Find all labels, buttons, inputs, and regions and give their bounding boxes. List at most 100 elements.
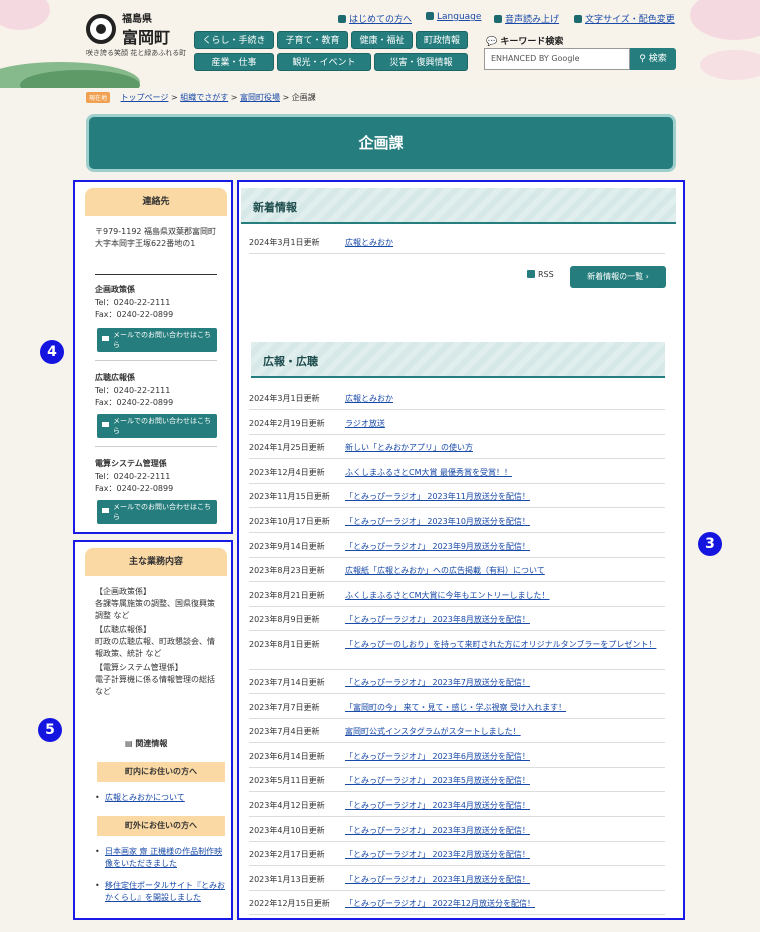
koho-heading: 広報・広聴 xyxy=(251,342,665,378)
news-list-button[interactable]: 新着情報の一覧 › xyxy=(570,266,666,288)
koho-item-link[interactable]: 「とみっぴーラジオ♪」 2023年7月放送分を配信！ xyxy=(345,677,530,688)
koho-item: 2023年10月17日更新 「とみっぴーラジオ」 2023年10月放送分を配信！ xyxy=(249,509,665,533)
koho-item-link[interactable]: ラジオ放送 xyxy=(345,418,385,429)
nav-tourism[interactable]: 観光・イベント xyxy=(277,53,371,71)
related-link[interactable]: 日本画家 齋 正機様の作品制作映像をいただきました xyxy=(105,846,227,870)
nav-town-info[interactable]: 町政情報 xyxy=(416,31,468,49)
breadcrumb-org[interactable]: 組織でさがす xyxy=(180,93,228,102)
koho-item-date: 2023年7月7日更新 xyxy=(249,702,320,712)
koho-item-date: 2024年1月25日更新 xyxy=(249,443,325,453)
koho-item-link[interactable]: 「富岡町の今」 来て・見て・感じ・学ぶ視察 受け入れます！ xyxy=(345,702,566,713)
blossom-decoration xyxy=(0,0,50,30)
koho-item: 2023年4月12日更新 「とみっぴーラジオ♪」 2023年4月放送分を配信！ xyxy=(249,793,665,817)
koho-item-date: 2023年8月1日更新 xyxy=(249,640,320,649)
mail-inquiry-button[interactable]: メールでのお問い合わせはこちら xyxy=(97,500,217,524)
nav-disaster[interactable]: 災害・復興情報 xyxy=(374,53,468,71)
duty-line: 各課等属施策の調整、国県復興策調整 など xyxy=(95,599,215,620)
koho-item: 2024年3月1日更新 広報とみおか xyxy=(249,386,665,410)
blossom-decoration xyxy=(700,50,760,80)
breadcrumb-current: 企画課 xyxy=(291,93,316,102)
koho-item-link[interactable]: 広報紙「広報とみおか」への広告掲載（有料）について xyxy=(345,565,545,576)
annotation-badge-5: 5 xyxy=(38,718,62,742)
main-content: 新着情報 2024年3月1日更新 広報とみおか RSS 新着情報の一覧 › 広報… xyxy=(237,180,685,920)
in-town-heading: 町内にお住いの方へ xyxy=(97,762,225,782)
koho-item-link[interactable]: 「とみっぴーラジオ♪」 2023年9月放送分を配信！ xyxy=(345,541,530,552)
rss-link[interactable]: RSS xyxy=(527,270,554,279)
mail-inquiry-button[interactable]: メールでのお問い合わせはこちら xyxy=(97,414,217,438)
breadcrumb-home[interactable]: トップページ xyxy=(121,93,169,102)
koho-item-link[interactable]: 「とみっぴーラジオ♪」 2023年8月放送分を配信！ xyxy=(345,614,530,625)
nav-childcare[interactable]: 子育て・教育 xyxy=(277,31,348,49)
current-location-tag: 現在地 xyxy=(86,92,111,103)
koho-item-link[interactable]: 「とみっぴーラジオ」 2023年11月放送分を配信！ xyxy=(345,491,530,502)
first-visit-link[interactable]: はじめての方へ xyxy=(338,12,412,25)
koho-item-link[interactable]: 「とみっぴーラジオ♪」 2023年3月放送分を配信！ xyxy=(345,825,530,836)
nav-living[interactable]: くらし・手続き xyxy=(194,31,274,49)
contact-panel: 連絡先 〒979-1192 福島県双葉郡富岡町大字本岡字王塚622番地の1 企画… xyxy=(73,180,233,534)
koho-item-link[interactable]: 「とみっぴーのしおり」を持って来町された方にオリジナルタンブラーをプレゼント！ xyxy=(345,639,665,651)
text-size-icon xyxy=(574,15,582,23)
contact-tel: Tel：0240-22-2111 xyxy=(95,472,171,481)
duties-panel: 主な業務内容 【企画政策係】 各課等属施策の調整、国県復興策調整 など 【広聴広… xyxy=(73,540,233,920)
font-size-color-link[interactable]: 文字サイズ・配色変更 xyxy=(574,12,675,25)
koho-item-date: 2023年10月17日更新 xyxy=(249,517,330,526)
koho-item: 2023年5月11日更新 「とみっぴーラジオ♪」 2023年5月放送分を配信！ xyxy=(249,768,665,793)
koho-item-link[interactable]: 「とみっぴーラジオ♪」 2022年12月放送分を配信！ xyxy=(345,898,535,909)
koho-item: 2023年2月17日更新 「とみっぴーラジオ♪」 2023年2月放送分を配信！ xyxy=(249,842,665,867)
town-name[interactable]: 富岡町 xyxy=(122,24,170,48)
divider xyxy=(95,446,217,447)
koho-item-date: 2024年3月1日更新 xyxy=(249,394,320,403)
nav-health[interactable]: 健康・福祉 xyxy=(351,31,413,49)
koho-item-date: 2023年5月11日更新 xyxy=(249,776,325,786)
koho-item: 2023年7月14日更新 「とみっぴーラジオ♪」 2023年7月放送分を配信！ xyxy=(249,670,665,694)
koho-item-link[interactable]: 広報とみおか xyxy=(345,393,393,404)
contact-tel: Tel：0240-22-2111 xyxy=(95,298,171,307)
breadcrumb-office[interactable]: 富岡町役場 xyxy=(240,93,280,102)
news-item: 2024年3月1日更新 広報とみおか xyxy=(249,230,665,254)
duties-heading: 主な業務内容 xyxy=(85,548,227,576)
koho-item-link[interactable]: 新しい「とみおかアプリ」の使い方 xyxy=(345,442,473,453)
koho-item-link[interactable]: ふくしまふるさとCM大賞 最優秀賞を受賞！！ xyxy=(345,467,512,478)
news-heading: 新着情報 xyxy=(241,188,676,224)
document-icon: ▤ xyxy=(125,739,136,748)
koho-item: 2023年1月13日更新 「とみっぴーラジオ♪」 2023年1月放送分を配信！ xyxy=(249,867,665,891)
chat-icon: 💬 xyxy=(486,37,501,47)
out-town-heading: 町外にお住いの方へ xyxy=(97,816,225,836)
koho-item: 2023年7月7日更新 「富岡町の今」 来て・見て・感じ・学ぶ視察 受け入れます！ xyxy=(249,695,665,719)
koho-item: 2023年8月1日更新 「とみっぴーのしおり」を持って来町された方にオリジナルタン… xyxy=(249,632,665,670)
koho-item: 2023年4月10日更新 「とみっぴーラジオ♪」 2023年3月放送分を配信！ xyxy=(249,818,665,842)
contact-address: 〒979-1192 福島県双葉郡富岡町大字本岡字王塚622番地の1 xyxy=(95,227,217,248)
search-button[interactable]: ⚲ 検索 xyxy=(630,48,676,70)
breadcrumb: 現在地 トップページ > 組織でさがす > 富岡町役場 > 企画課 xyxy=(86,92,316,103)
koho-item: 2023年11月15日更新 「とみっぴーラジオ」 2023年11月放送分を配信！ xyxy=(249,484,665,509)
koho-item-link[interactable]: 「とみっぴーラジオ♪」 2023年1月放送分を配信！ xyxy=(345,874,530,885)
related-link[interactable]: 広報とみおかについて xyxy=(105,792,227,804)
contact-fax: Fax：0240-22-0899 xyxy=(95,484,174,493)
search-input[interactable]: ENHANCED BY Google xyxy=(484,48,630,70)
mail-inquiry-button[interactable]: メールでのお問い合わせはこちら xyxy=(97,328,217,352)
koho-item-link[interactable]: 「とみっぴーラジオ♪」 2023年5月放送分を配信！ xyxy=(345,775,530,786)
prefecture-label: 福島県 xyxy=(122,14,152,25)
related-link[interactable]: 移住定住ポータルサイト『とみおかくらし』を開設しました xyxy=(105,880,227,904)
koho-item-date: 2023年2月17日更新 xyxy=(249,850,325,860)
town-logo[interactable] xyxy=(86,14,116,44)
koho-item-link[interactable]: 富岡町公式インスタグラムがスタートしました！ xyxy=(345,726,521,737)
koho-item-date: 2023年6月14日更新 xyxy=(249,751,325,761)
koho-item-date: 2023年8月23日更新 xyxy=(249,566,325,576)
koho-item: 2022年12月15日更新 「とみっぴーラジオ♪」 2022年12月放送分を配信！ xyxy=(249,891,665,916)
koho-item: 2023年8月21日更新 ふくしまふるさとCM大賞に今年もエントリーしました！ xyxy=(249,583,665,607)
search-icon: ⚲ xyxy=(639,54,649,64)
divider xyxy=(95,274,217,275)
language-link[interactable]: Language xyxy=(426,12,481,22)
koho-item-date: 2023年8月9日更新 xyxy=(249,615,320,625)
koho-item-link[interactable]: 「とみっぴーラジオ♪」 2023年4月放送分を配信！ xyxy=(345,800,530,811)
koho-item-link[interactable]: 「とみっぴーラジオ」 2023年10月放送分を配信！ xyxy=(345,516,530,527)
koho-item-link[interactable]: 「とみっぴーラジオ♪」 2023年2月放送分を配信！ xyxy=(345,849,530,860)
rss-icon xyxy=(527,270,535,278)
nav-industry[interactable]: 産業・仕事 xyxy=(194,53,274,71)
read-aloud-link[interactable]: 音声読み上げ xyxy=(494,12,559,25)
koho-item: 2023年12月4日更新 ふくしまふるさとCM大賞 最優秀賞を受賞！！ xyxy=(249,460,665,484)
duty-line: 【電算システム管理係】 xyxy=(95,663,183,672)
koho-item-link[interactable]: ふくしまふるさとCM大賞に今年もエントリーしました！ xyxy=(345,590,550,601)
koho-item-link[interactable]: 「とみっぴーラジオ♪」 2023年6月放送分を配信！ xyxy=(345,751,530,762)
